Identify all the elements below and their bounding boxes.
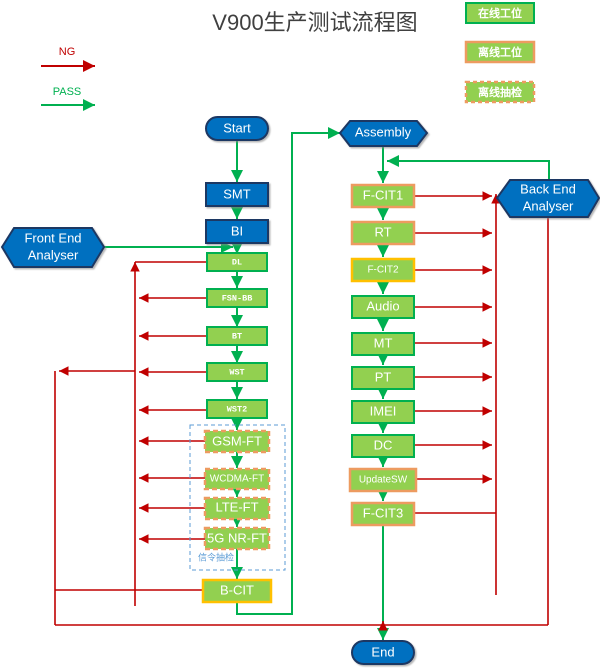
node-dl[interactable]: DL (206, 252, 268, 272)
node-imei[interactable]: IMEI (351, 400, 415, 424)
node-fsn-bb-label: FSN-BB (222, 293, 253, 303)
sampling-group-label: 信令抽检 (198, 551, 234, 562)
legend-box-sample-label: 离线抽检 (478, 85, 522, 99)
node-assembly[interactable]: Assembly (338, 120, 429, 147)
node-end-label: End (371, 644, 394, 659)
node-back-end-analyser-label-1: Back End (520, 181, 576, 196)
node-pt-label: PT (375, 369, 392, 384)
node-dc-label: DC (374, 437, 393, 452)
node-5g-nr-ft-label: 5G NR-FT (207, 530, 267, 545)
node-audio-label: Audio (366, 298, 399, 313)
legend-pass-label: PASS (53, 86, 82, 98)
node-gsm-ft-label: GSM-FT (212, 433, 262, 448)
node-f-cit3[interactable]: F-CIT3 (350, 501, 416, 527)
legend-box-offline-label: 离线工位 (478, 45, 522, 59)
node-mt[interactable]: MT (351, 332, 415, 356)
node-wcdma-ft[interactable]: WCDMA-FT (203, 467, 271, 491)
node-f-cit2[interactable]: F-CIT2 (350, 257, 416, 283)
node-start[interactable]: Start (205, 116, 269, 141)
node-wst2-label: WST2 (227, 404, 247, 414)
node-wst[interactable]: WST (206, 362, 268, 382)
legend-box-offline: 离线工位 (464, 40, 536, 64)
flowchart-canvas: V900生产测试流程图 NG PASS 在线工位 离线工位 离线抽检 Start… (0, 2, 600, 665)
node-imei-label: IMEI (370, 403, 397, 418)
node-f-cit1-label: F-CIT1 (363, 187, 403, 202)
node-fsn-bb[interactable]: FSN-BB (206, 288, 268, 308)
node-b-cit-label: B-CIT (220, 582, 254, 597)
node-5g-nr-ft[interactable]: 5G NR-FT (203, 526, 271, 551)
legend-box-online-label: 在线工位 (478, 6, 522, 20)
node-front-end-analyser-label-1: Front End (24, 230, 81, 245)
node-lte-ft-label: LTE-FT (215, 499, 258, 514)
node-updatesw[interactable]: UpdateSW (348, 467, 418, 493)
node-rt[interactable]: RT (350, 220, 416, 246)
node-dc[interactable]: DC (351, 434, 415, 458)
legend-ng: NG (41, 46, 95, 72)
node-bt[interactable]: BT (206, 326, 268, 346)
node-gsm-ft[interactable]: GSM-FT (203, 429, 271, 454)
node-audio[interactable]: Audio (351, 295, 415, 319)
node-b-cit[interactable]: B-CIT (201, 578, 273, 604)
node-front-end-analyser-label-2: Analyser (28, 247, 79, 262)
node-updatesw-label: UpdateSW (359, 475, 408, 486)
node-back-end-analyser[interactable]: Back End Analyser (495, 179, 600, 218)
node-lte-ft[interactable]: LTE-FT (203, 496, 271, 521)
legend-pass: PASS (41, 86, 95, 111)
node-bi-label: BI (231, 223, 243, 238)
node-mt-label: MT (374, 335, 393, 350)
node-assembly-label: Assembly (355, 124, 412, 139)
node-front-end-analyser[interactable]: Front End Analyser (0, 227, 106, 268)
legend-box-sample: 离线抽检 (464, 80, 536, 104)
node-wst-label: WST (229, 367, 244, 377)
legend-box-online: 在线工位 (465, 2, 535, 24)
legend-ng-label: NG (59, 46, 76, 58)
node-f-cit3-label: F-CIT3 (363, 505, 403, 520)
node-end[interactable]: End (351, 640, 415, 665)
node-start-label: Start (223, 120, 251, 135)
ng-edges (54, 191, 549, 631)
page-title: V900生产测试流程图 (212, 10, 417, 35)
node-pt[interactable]: PT (351, 366, 415, 390)
node-wst2[interactable]: WST2 (206, 399, 268, 419)
node-smt-label: SMT (223, 186, 251, 201)
node-smt[interactable]: SMT (205, 182, 269, 207)
node-dl-label: DL (232, 257, 242, 267)
pass-edges (104, 127, 550, 640)
node-back-end-analyser-label-2: Analyser (523, 198, 574, 213)
node-wcdma-ft-label: WCDMA-FT (210, 474, 264, 485)
node-f-cit1[interactable]: F-CIT1 (350, 183, 416, 209)
node-bt-label: BT (232, 331, 242, 341)
node-rt-label: RT (374, 224, 391, 239)
node-bi[interactable]: BI (205, 219, 269, 244)
node-f-cit2-label: F-CIT2 (367, 265, 399, 276)
